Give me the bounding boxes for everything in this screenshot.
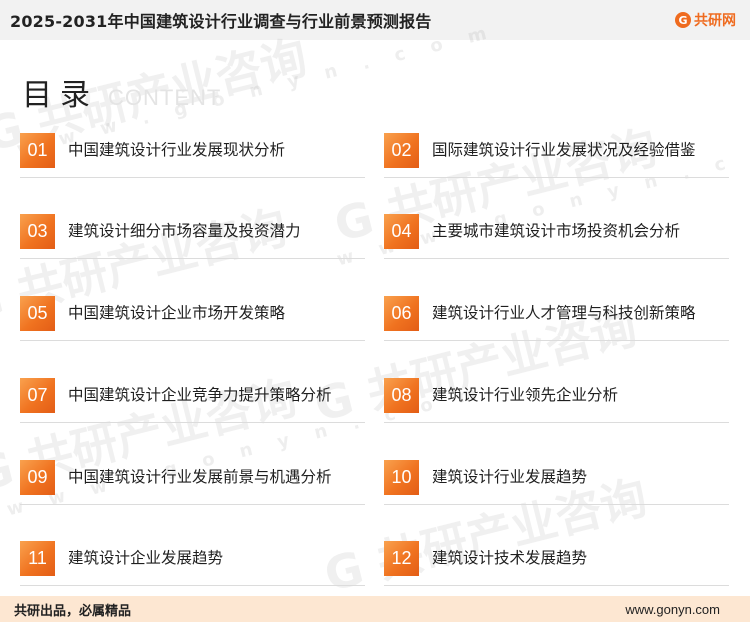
footer-website-link[interactable]: www.gonyn.com bbox=[625, 602, 720, 617]
toc-title: 目录 bbox=[22, 78, 98, 113]
toc-number-badge: 03 bbox=[20, 213, 55, 249]
toc-item-label: 建筑设计细分市场容量及投资潜力 bbox=[68, 221, 301, 240]
toc-number-badge: 11 bbox=[20, 540, 55, 576]
toc-item-label: 建筑设计企业发展趋势 bbox=[68, 548, 224, 567]
toc-number-badge: 01 bbox=[20, 132, 55, 168]
toc-item-06[interactable]: 06 建筑设计行业人才管理与科技创新策略 bbox=[384, 293, 729, 341]
brand-icon: G bbox=[675, 12, 691, 28]
toc-number-badge: 10 bbox=[384, 459, 419, 495]
report-title: 2025-2031年中国建筑设计行业调查与行业前景预测报告 bbox=[10, 12, 432, 31]
toc-item-label: 建筑设计技术发展趋势 bbox=[432, 548, 588, 567]
toc-item-12[interactable]: 12 建筑设计技术发展趋势 bbox=[384, 538, 729, 586]
toc-subtitle: CONTENT bbox=[108, 85, 222, 110]
toc-item-label: 中国建筑设计行业发展现状分析 bbox=[68, 140, 286, 159]
toc-item-label: 中国建筑设计行业发展前景与机遇分析 bbox=[68, 467, 332, 486]
toc-item-label: 主要城市建筑设计市场投资机会分析 bbox=[432, 221, 681, 240]
toc-item-02[interactable]: 02 国际建筑设计行业发展状况及经验借鉴 bbox=[384, 130, 729, 178]
brand-logo[interactable]: G 共研网 bbox=[675, 10, 736, 30]
toc-number-badge: 02 bbox=[384, 132, 419, 168]
toc-item-09[interactable]: 09 中国建筑设计行业发展前景与机遇分析 bbox=[20, 457, 365, 505]
footer-bar: 共研出品，必属精品 www.gonyn.com bbox=[0, 596, 750, 622]
toc-number-badge: 09 bbox=[20, 459, 55, 495]
toc-item-label: 中国建筑设计企业竞争力提升策略分析 bbox=[68, 385, 332, 404]
toc-item-08[interactable]: 08 建筑设计行业领先企业分析 bbox=[384, 375, 729, 423]
footer-slogan: 共研出品，必属精品 bbox=[14, 603, 132, 619]
toc-item-label: 国际建筑设计行业发展状况及经验借鉴 bbox=[432, 140, 696, 159]
toc-item-05[interactable]: 05 中国建筑设计企业市场开发策略 bbox=[20, 293, 365, 341]
brand-name: 共研网 bbox=[694, 13, 736, 29]
toc-number-badge: 06 bbox=[384, 295, 419, 331]
toc-number-badge: 07 bbox=[20, 377, 55, 413]
toc-item-11[interactable]: 11 建筑设计企业发展趋势 bbox=[20, 538, 365, 586]
toc-item-03[interactable]: 03 建筑设计细分市场容量及投资潜力 bbox=[20, 211, 365, 259]
toc-number-badge: 08 bbox=[384, 377, 419, 413]
toc-item-07[interactable]: 07 中国建筑设计企业竞争力提升策略分析 bbox=[20, 375, 365, 423]
toc-item-04[interactable]: 04 主要城市建筑设计市场投资机会分析 bbox=[384, 211, 729, 259]
toc-number-badge: 12 bbox=[384, 540, 419, 576]
toc-item-label: 建筑设计行业人才管理与科技创新策略 bbox=[432, 303, 696, 322]
toc-number-badge: 04 bbox=[384, 213, 419, 249]
toc-item-label: 建筑设计行业发展趋势 bbox=[432, 467, 588, 486]
toc-item-label: 中国建筑设计企业市场开发策略 bbox=[68, 303, 286, 322]
header-bar: 2025-2031年中国建筑设计行业调查与行业前景预测报告 G 共研网 bbox=[0, 0, 750, 40]
toc-heading: 目录 CONTENT bbox=[22, 70, 221, 114]
toc-item-01[interactable]: 01 中国建筑设计行业发展现状分析 bbox=[20, 130, 365, 178]
toc-number-badge: 05 bbox=[20, 295, 55, 331]
toc-item-10[interactable]: 10 建筑设计行业发展趋势 bbox=[384, 457, 729, 505]
toc-item-label: 建筑设计行业领先企业分析 bbox=[432, 385, 619, 404]
